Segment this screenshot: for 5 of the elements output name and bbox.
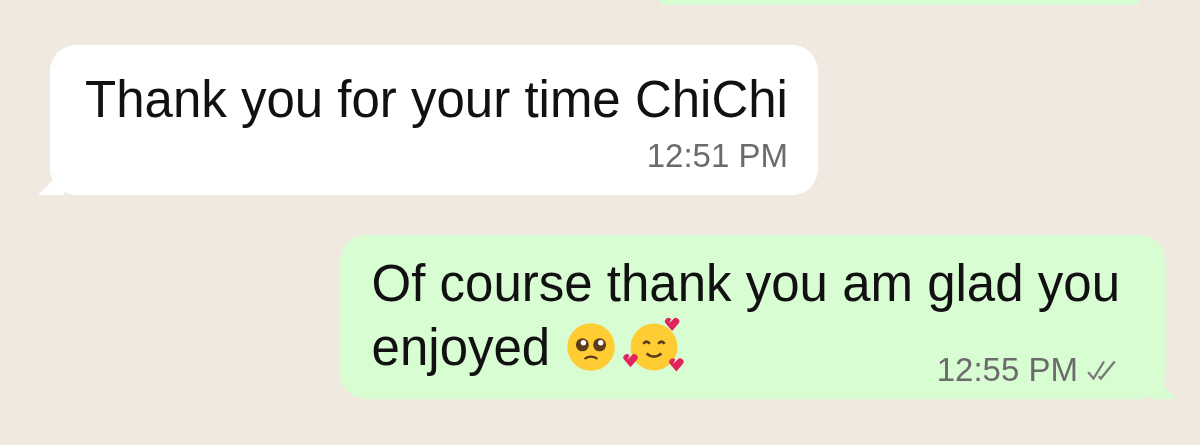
message-text: Of course thank you am glad you (371, 253, 1120, 313)
message-time: 12:51 PM (646, 137, 788, 175)
message-text: enjoyed (371, 317, 551, 377)
message-text: Thank you for your time ChiChi (85, 69, 788, 129)
message-time: 12:55 PM (936, 351, 1078, 389)
